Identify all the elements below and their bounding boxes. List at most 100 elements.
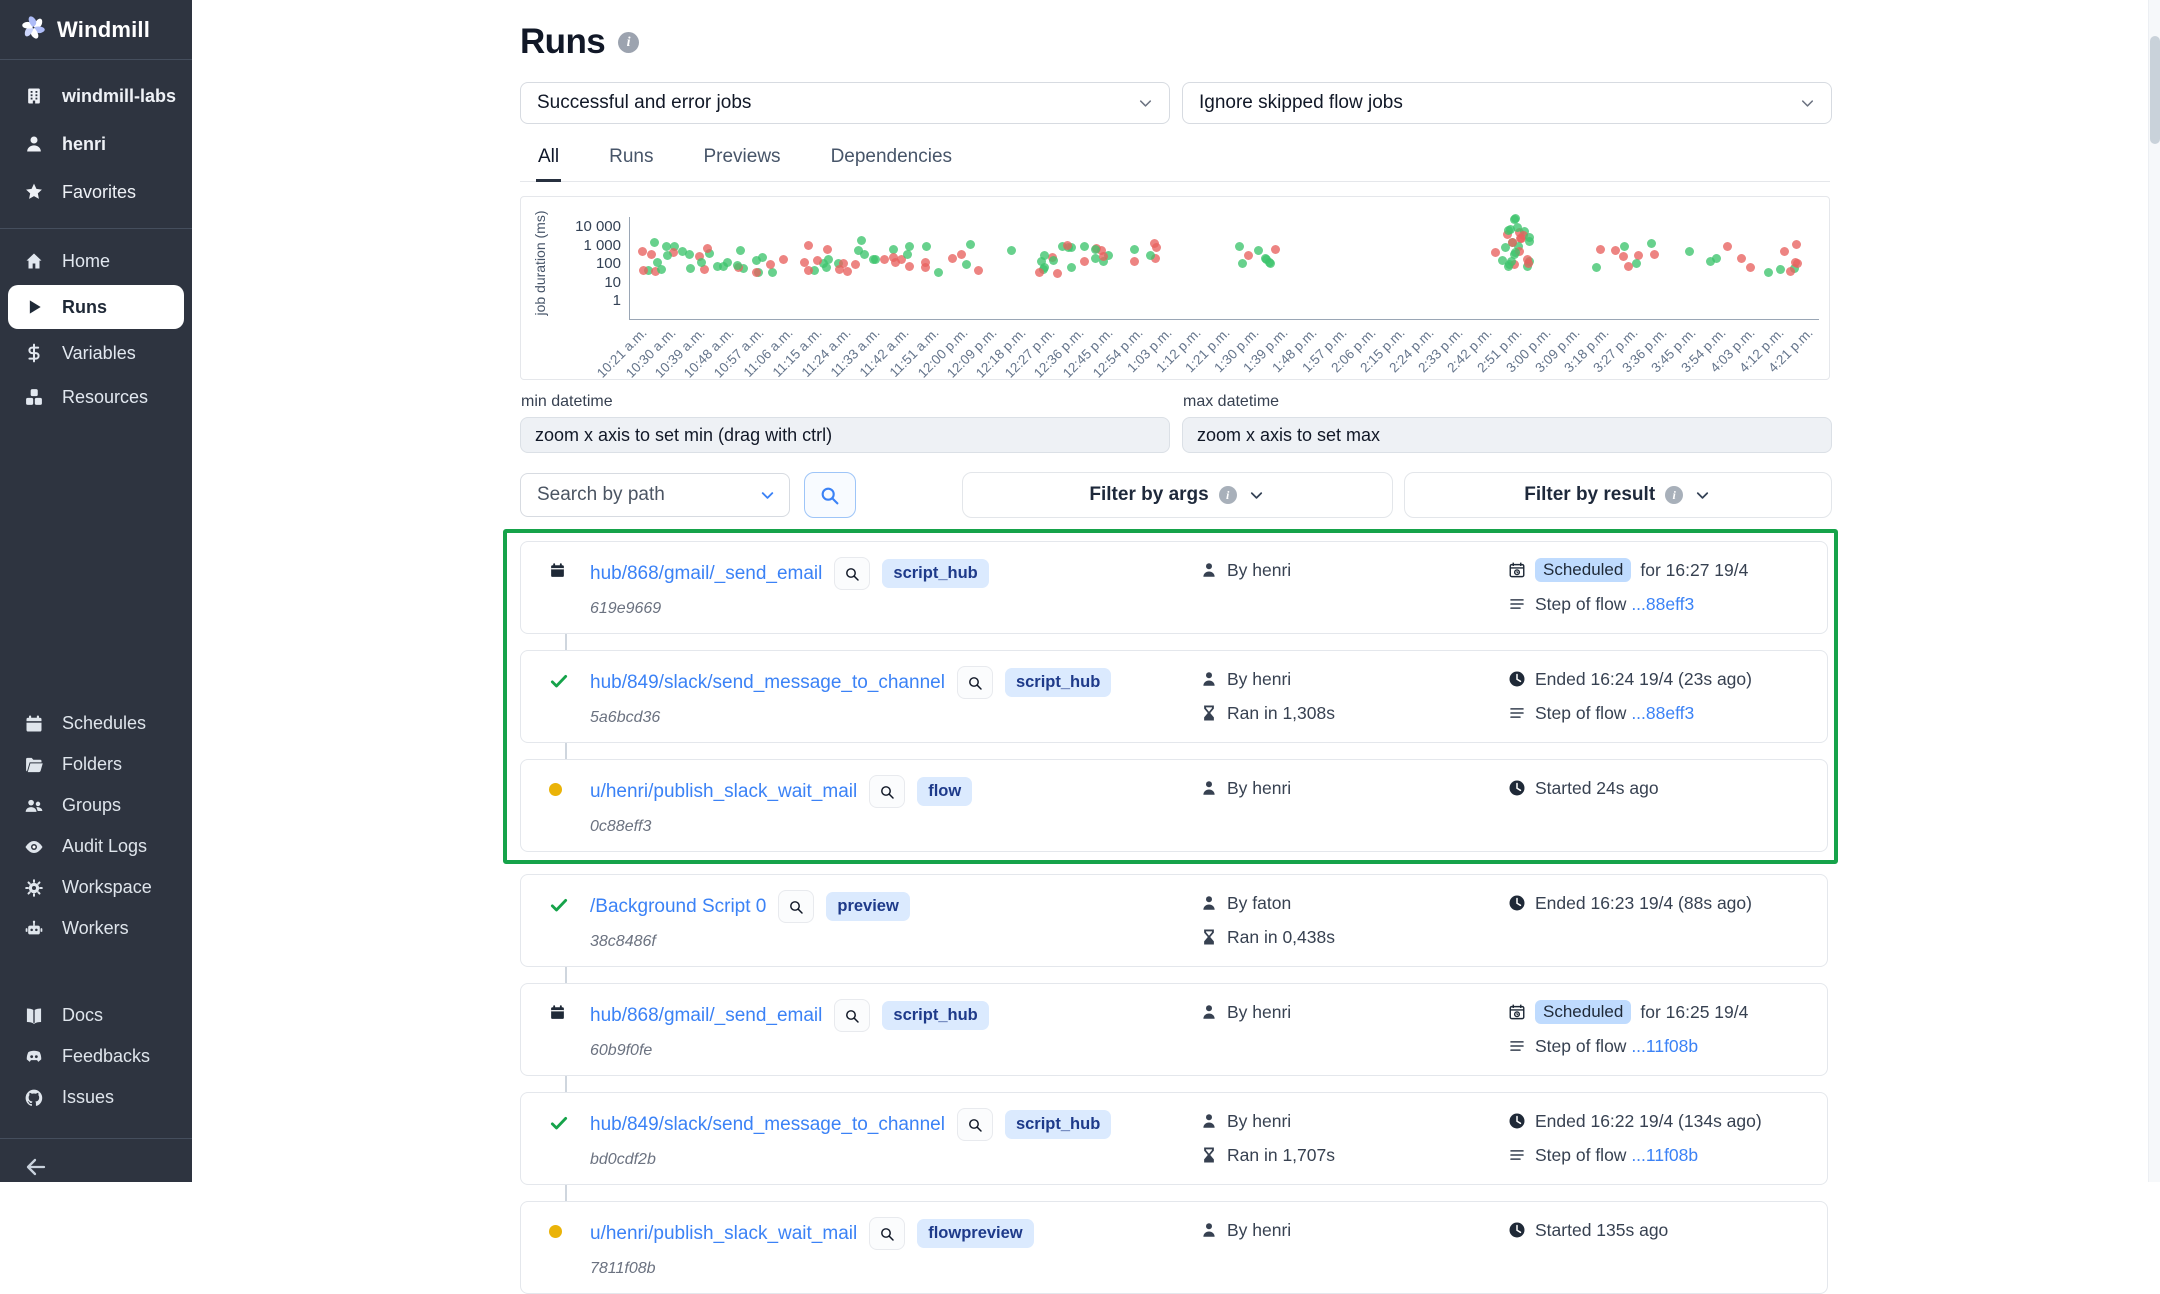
filter-by-result-button[interactable]: Filter by result i bbox=[1404, 472, 1832, 518]
flow-link[interactable]: ...11f08b bbox=[1631, 1036, 1698, 1056]
job-point[interactable] bbox=[663, 251, 672, 260]
run-path-link[interactable]: /Background Script 0 bbox=[590, 896, 766, 918]
job-point[interactable] bbox=[905, 262, 914, 271]
run-card[interactable]: u/henri/publish_slack_wait_mailflow0c88e… bbox=[520, 759, 1828, 852]
job-point[interactable] bbox=[804, 241, 813, 250]
run-path-link[interactable]: u/henri/publish_slack_wait_mail bbox=[590, 1223, 857, 1245]
job-point[interactable] bbox=[857, 236, 866, 245]
job-point[interactable] bbox=[922, 242, 931, 251]
job-point[interactable] bbox=[1063, 241, 1072, 250]
sidebar-item-workspace[interactable]: windmill-labs bbox=[0, 72, 192, 120]
job-point[interactable] bbox=[1620, 242, 1629, 251]
job-point[interactable] bbox=[1723, 242, 1732, 251]
job-point[interactable] bbox=[703, 244, 712, 253]
job-point[interactable] bbox=[719, 262, 728, 271]
job-point[interactable] bbox=[686, 264, 695, 273]
sidebar-item-issues[interactable]: Issues bbox=[0, 1077, 192, 1118]
job-point[interactable] bbox=[1244, 251, 1253, 260]
inspect-run-button[interactable] bbox=[778, 890, 814, 923]
job-point[interactable] bbox=[752, 256, 761, 265]
job-point[interactable] bbox=[1624, 262, 1633, 271]
job-point[interactable] bbox=[1037, 257, 1046, 266]
job-point[interactable] bbox=[1764, 268, 1773, 277]
tab-all[interactable]: All bbox=[536, 140, 561, 182]
job-point[interactable] bbox=[957, 250, 966, 259]
sidebar-item-audit-logs[interactable]: Audit Logs bbox=[0, 826, 192, 867]
job-point[interactable] bbox=[880, 255, 889, 264]
job-point[interactable] bbox=[1080, 257, 1089, 266]
job-point[interactable] bbox=[905, 242, 914, 251]
job-point[interactable] bbox=[779, 255, 788, 264]
job-point[interactable] bbox=[966, 240, 975, 249]
run-path-link[interactable]: u/henri/publish_slack_wait_mail bbox=[590, 781, 857, 803]
job-point[interactable] bbox=[768, 268, 777, 277]
job-point[interactable] bbox=[1737, 254, 1746, 263]
sidebar-item-runs[interactable]: Runs bbox=[8, 285, 184, 329]
run-card[interactable]: hub/868/gmail/_send_emailscript_hub619e9… bbox=[520, 541, 1828, 634]
run-card[interactable]: hub/868/gmail/_send_emailscript_hub60b9f… bbox=[520, 983, 1828, 1076]
job-point[interactable] bbox=[1611, 246, 1620, 255]
tab-previews[interactable]: Previews bbox=[701, 140, 782, 181]
sidebar-item-workers[interactable]: Workers bbox=[0, 908, 192, 949]
job-point[interactable] bbox=[1491, 248, 1500, 257]
tab-dependencies[interactable]: Dependencies bbox=[829, 140, 954, 181]
job-point[interactable] bbox=[1506, 225, 1515, 234]
job-point[interactable] bbox=[1619, 252, 1628, 261]
job-point[interactable] bbox=[1793, 259, 1802, 268]
sidebar-item-schedules[interactable]: Schedules bbox=[0, 703, 192, 744]
job-point[interactable] bbox=[824, 255, 833, 264]
inspect-run-button[interactable] bbox=[957, 1108, 993, 1141]
job-point[interactable] bbox=[1592, 263, 1601, 272]
sidebar-item-variables[interactable]: Variables bbox=[0, 331, 192, 375]
job-point[interactable] bbox=[1152, 243, 1161, 252]
job-point[interactable] bbox=[851, 260, 860, 269]
run-card[interactable]: hub/849/slack/send_message_to_channelscr… bbox=[520, 1092, 1828, 1185]
max-datetime-input[interactable]: zoom x axis to set max bbox=[1182, 417, 1832, 453]
job-point[interactable] bbox=[1035, 268, 1044, 277]
job-point[interactable] bbox=[1254, 246, 1263, 255]
job-point[interactable] bbox=[1525, 237, 1534, 246]
brand[interactable]: Windmill bbox=[0, 0, 192, 60]
run-path-link[interactable]: hub/849/slack/send_message_to_channel bbox=[590, 1114, 945, 1136]
run-path-link[interactable]: hub/849/slack/send_message_to_channel bbox=[590, 672, 945, 694]
job-point[interactable] bbox=[1099, 252, 1108, 261]
job-point[interactable] bbox=[1049, 256, 1058, 265]
sidebar-item-resources[interactable]: Resources bbox=[0, 375, 192, 419]
job-point[interactable] bbox=[1130, 245, 1139, 254]
job-point[interactable] bbox=[1235, 242, 1244, 251]
sidebar-item-groups[interactable]: Groups bbox=[0, 785, 192, 826]
job-point[interactable] bbox=[1706, 257, 1715, 266]
job-point[interactable] bbox=[903, 250, 912, 259]
job-point[interactable] bbox=[804, 266, 813, 275]
job-point[interactable] bbox=[1650, 250, 1659, 259]
job-point[interactable] bbox=[823, 245, 832, 254]
filter-by-args-button[interactable]: Filter by args i bbox=[962, 472, 1394, 518]
job-point[interactable] bbox=[1647, 239, 1656, 248]
job-point[interactable] bbox=[1632, 259, 1641, 268]
flow-link[interactable]: ...88eff3 bbox=[1631, 703, 1694, 723]
job-point[interactable] bbox=[1271, 245, 1280, 254]
job-point[interactable] bbox=[1501, 243, 1510, 252]
job-point[interactable] bbox=[1053, 269, 1062, 278]
sidebar-item-folders[interactable]: Folders bbox=[0, 744, 192, 785]
job-point[interactable] bbox=[1130, 257, 1139, 266]
job-point[interactable] bbox=[1746, 263, 1755, 272]
run-card[interactable]: u/henri/publish_slack_wait_mailflowprevi… bbox=[520, 1201, 1828, 1294]
inspect-run-button[interactable] bbox=[834, 999, 870, 1032]
job-point[interactable] bbox=[843, 267, 852, 276]
job-point[interactable] bbox=[1238, 259, 1247, 268]
flow-link[interactable]: ...11f08b bbox=[1631, 1145, 1698, 1165]
inspect-run-button[interactable] bbox=[957, 666, 993, 699]
info-icon[interactable]: i bbox=[618, 32, 639, 53]
scrollbar-thumb[interactable] bbox=[2150, 36, 2160, 144]
flow-link[interactable]: ...88eff3 bbox=[1631, 594, 1694, 614]
job-point[interactable] bbox=[1524, 259, 1533, 268]
job-point[interactable] bbox=[653, 258, 662, 267]
run-card[interactable]: /Background Script 0preview38c8486fBy fa… bbox=[520, 874, 1828, 967]
job-point[interactable] bbox=[1091, 245, 1100, 254]
job-point[interactable] bbox=[948, 254, 957, 263]
run-path-link[interactable]: hub/868/gmail/_send_email bbox=[590, 1005, 822, 1027]
job-point[interactable] bbox=[1498, 256, 1507, 265]
inspect-run-button[interactable] bbox=[834, 557, 870, 590]
job-point[interactable] bbox=[934, 268, 943, 277]
